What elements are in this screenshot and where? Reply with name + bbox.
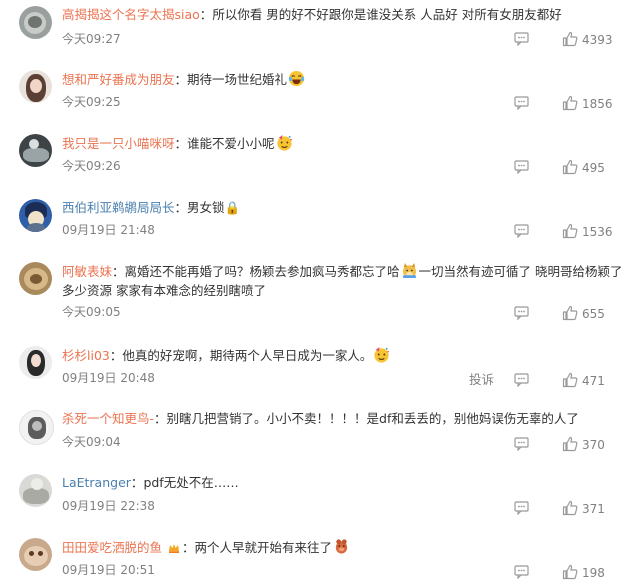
username-link[interactable]: 杉杉li03 bbox=[62, 348, 110, 363]
comment-text: 谁能不爱小小呢 bbox=[187, 136, 275, 151]
comment-time: 今天09:27 bbox=[62, 32, 121, 46]
avatar[interactable] bbox=[19, 538, 52, 571]
avatar[interactable] bbox=[19, 6, 52, 39]
like-count: 1536 bbox=[582, 225, 613, 239]
like-thumb-icon[interactable] bbox=[562, 436, 578, 452]
like-thumb-icon[interactable] bbox=[562, 372, 578, 388]
comment-text-line: 田田爱吃洒脱的鱼 ：两个人早就开始有来往了 bbox=[62, 538, 351, 557]
username-link[interactable]: 阿敏表妹 bbox=[62, 264, 112, 279]
reply-icon[interactable] bbox=[514, 96, 529, 110]
colon-separator: ： bbox=[199, 7, 213, 22]
username-link[interactable]: 我只是一只小喵咪呀 bbox=[62, 136, 175, 151]
comment-text-line: 杀死一个知更鸟-：别瞎几把营销了。小小不卖！！！！是df和丢丢的，别他妈误伤无辜… bbox=[62, 410, 579, 428]
like-count: 4393 bbox=[582, 33, 613, 47]
reply-icon[interactable] bbox=[514, 565, 529, 579]
avatar[interactable] bbox=[19, 346, 52, 379]
comment-text-line: 多少资源 家家有本难念的经别瞎喷了 bbox=[62, 283, 266, 298]
reply-icon[interactable] bbox=[514, 306, 529, 320]
reply-icon[interactable] bbox=[514, 501, 529, 515]
party-face-emoji bbox=[276, 134, 292, 151]
comment-text-line: 高揭揭这个名字太揭siao：所以你看 男的好不好跟你是谁没关系 人品好 对所有女… bbox=[62, 6, 562, 24]
avatar[interactable] bbox=[19, 474, 52, 507]
comment-time: 今天09:25 bbox=[62, 95, 121, 109]
comment-text: 别瞎几把营销了。小小不卖！！！！是df和丢丢的，别他妈误伤无辜的人了 bbox=[166, 411, 579, 426]
colon-separator: ： bbox=[112, 264, 125, 279]
colon-separator: ： bbox=[182, 540, 195, 555]
avatar[interactable] bbox=[19, 199, 52, 232]
comment-text: 离婚还不能再婚了吗？杨颖去参加疯马秀都忘了哈 bbox=[124, 264, 400, 279]
reply-icon[interactable] bbox=[514, 373, 529, 387]
colon-separator: ： bbox=[174, 136, 188, 151]
comment-text-line: 我只是一只小喵咪呀：谁能不爱小小呢 bbox=[62, 134, 294, 153]
username-link[interactable]: 想和严好番成为朋友 bbox=[62, 72, 175, 87]
vip-crown-icon bbox=[169, 544, 180, 553]
like-thumb-icon[interactable] bbox=[562, 305, 578, 321]
comment-text-line: 杉杉li03：他真的好宠啊，期待两个人早日成为一家人。 bbox=[62, 346, 391, 365]
reply-icon[interactable] bbox=[514, 224, 529, 238]
avatar[interactable] bbox=[19, 410, 54, 445]
laughing-tears-emoji bbox=[288, 70, 305, 87]
like-count: 495 bbox=[582, 161, 605, 175]
pig-emoji bbox=[335, 539, 348, 554]
username-link[interactable]: 杀死一个知更鸟- bbox=[62, 411, 154, 426]
colon-separator: ： bbox=[174, 72, 188, 87]
like-thumb-icon[interactable] bbox=[562, 564, 578, 580]
like-count: 198 bbox=[582, 566, 605, 580]
comment-text: 期待一场世纪婚礼 bbox=[187, 72, 288, 87]
colon-separator: ： bbox=[130, 475, 144, 490]
like-thumb-icon[interactable] bbox=[562, 223, 578, 239]
comment-text: pdf无处不在…… bbox=[143, 475, 239, 490]
comment-text: 一切当然有迹可循了 晓明哥给杨颖了 bbox=[418, 264, 623, 279]
party-face-emoji bbox=[374, 346, 390, 363]
comment-time: 09月19日 22:38 bbox=[62, 499, 155, 513]
like-count: 655 bbox=[582, 307, 605, 321]
comment-time: 09月19日 20:51 bbox=[62, 563, 155, 577]
like-thumb-icon[interactable] bbox=[562, 95, 578, 111]
comment-text: 他真的好宠啊，期待两个人早日成为一家人。 bbox=[122, 348, 373, 363]
like-count: 371 bbox=[582, 502, 605, 516]
comment-text-line: LaEtranger：pdf无处不在…… bbox=[62, 474, 239, 492]
reply-icon[interactable] bbox=[514, 32, 529, 46]
username-link[interactable]: 田田爱吃洒脱的鱼 bbox=[62, 540, 162, 555]
comment-time: 今天09:04 bbox=[62, 435, 121, 449]
comment-time: 今天09:26 bbox=[62, 159, 121, 173]
avatar[interactable] bbox=[19, 70, 52, 103]
username-link[interactable]: LaEtranger bbox=[62, 475, 131, 490]
colon-separator: ： bbox=[174, 200, 188, 215]
like-count: 1856 bbox=[582, 97, 613, 111]
doge-emoji bbox=[402, 262, 416, 279]
like-count: 471 bbox=[582, 374, 605, 388]
comment-text: 所以你看 男的好不好跟你是谁没关系 人品好 对所有女朋友都好 bbox=[212, 7, 562, 22]
report-button[interactable]: 投诉 bbox=[469, 372, 494, 388]
comment-text-line: 西伯利亚鹈鹕局局长：男女锁🔒 bbox=[62, 199, 240, 217]
colon-separator: ： bbox=[109, 348, 123, 363]
username-link[interactable]: 西伯利亚鹈鹕局局长 bbox=[62, 200, 175, 215]
like-thumb-icon[interactable] bbox=[562, 31, 578, 47]
comment-time: 09月19日 20:48 bbox=[62, 371, 155, 385]
like-thumb-icon[interactable] bbox=[562, 159, 578, 175]
comment-text: 两个人早就开始有来往了 bbox=[194, 540, 333, 555]
comment-text-line: 想和严好番成为朋友：期待一场世纪婚礼 bbox=[62, 70, 306, 89]
avatar[interactable] bbox=[19, 262, 52, 295]
colon-separator: ： bbox=[154, 411, 167, 426]
comment-time: 今天09:05 bbox=[62, 305, 121, 319]
comment-text-line: 阿敏表妹：离婚还不能再婚了吗？杨颖去参加疯马秀都忘了哈 一切当然有迹可循了 晓明哥… bbox=[62, 262, 623, 281]
username-link[interactable]: 高揭揭这个名字太揭siao bbox=[62, 7, 200, 22]
like-count: 370 bbox=[582, 438, 605, 452]
avatar[interactable] bbox=[19, 134, 52, 167]
reply-icon[interactable] bbox=[514, 437, 529, 451]
like-thumb-icon[interactable] bbox=[562, 500, 578, 516]
reply-icon[interactable] bbox=[514, 160, 529, 174]
comment-time: 09月19日 21:48 bbox=[62, 223, 155, 237]
comment-text: 男女锁🔒 bbox=[187, 200, 241, 215]
